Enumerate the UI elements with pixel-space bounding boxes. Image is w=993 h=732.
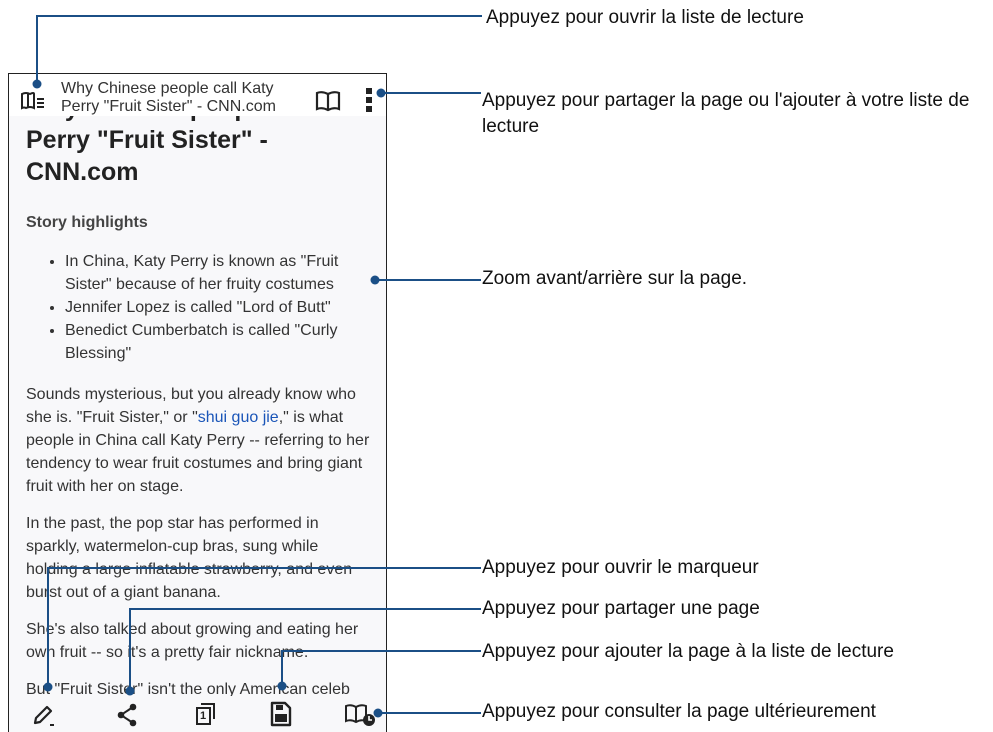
article-content: Why Chinese people call Katy Perry "Frui… [26, 110, 371, 715]
highlight-item: Jennifer Lopez is called "Lord of Butt" [65, 296, 371, 319]
headline-line-2: Perry "Fruit Sister" - CNN.com [26, 126, 268, 186]
tab-count: 1 [200, 710, 207, 722]
callout-zoom: Zoom avant/arrière sur la page. [482, 268, 748, 289]
phone-screen: Why Chinese people call Katy Perry "Frui… [8, 73, 387, 732]
callout-reading-list: Appuyez pour ouvrir la liste de lecture [486, 7, 804, 28]
callout-add-to-list: Appuyez pour ajouter la page à la liste … [482, 641, 894, 662]
reader-mode-icon[interactable] [315, 90, 341, 112]
article-headline: Why Chinese people call Katy Perry "Frui… [26, 110, 371, 188]
more-vert-icon[interactable] [365, 87, 373, 113]
pen-icon[interactable] [31, 702, 57, 728]
read-later-icon[interactable] [344, 703, 376, 727]
callout-share-page: Appuyez pour partager une page [482, 598, 760, 619]
highlight-item: Benedict Cumberbatch is called "Curly Bl… [65, 319, 371, 365]
callout-read-later: Appuyez pour consulter la page ultérieur… [482, 701, 876, 722]
highlight-item: In China, Katy Perry is known as "Fruit … [65, 250, 371, 296]
callout-marker: Appuyez pour ouvrir le marqueur [482, 557, 759, 578]
story-highlights-list: In China, Katy Perry is known as "Fruit … [26, 250, 371, 365]
reading-list-icon[interactable] [20, 91, 46, 111]
reader-top-bar: Why Chinese people call Katy Perry "Frui… [9, 74, 386, 116]
callout-share-or-add: Appuyez pour partager la page ou l'ajout… [482, 90, 970, 137]
paragraph: She's also talked about growing and eati… [26, 621, 359, 661]
reader-bottom-bar: 1 [9, 696, 386, 732]
tabs-button[interactable]: 1 [195, 702, 217, 726]
paragraph: Sounds mysterious, but you already know … [26, 383, 371, 498]
paragraph: In the past, the pop star has performed … [26, 515, 353, 601]
page-title: Why Chinese people call Katy Perry "Frui… [61, 80, 276, 115]
shui-guo-jie-link[interactable]: shui guo jie [198, 409, 279, 426]
story-highlights-title: Story highlights [26, 214, 148, 231]
save-icon[interactable] [269, 701, 293, 727]
share-icon[interactable] [116, 702, 140, 728]
